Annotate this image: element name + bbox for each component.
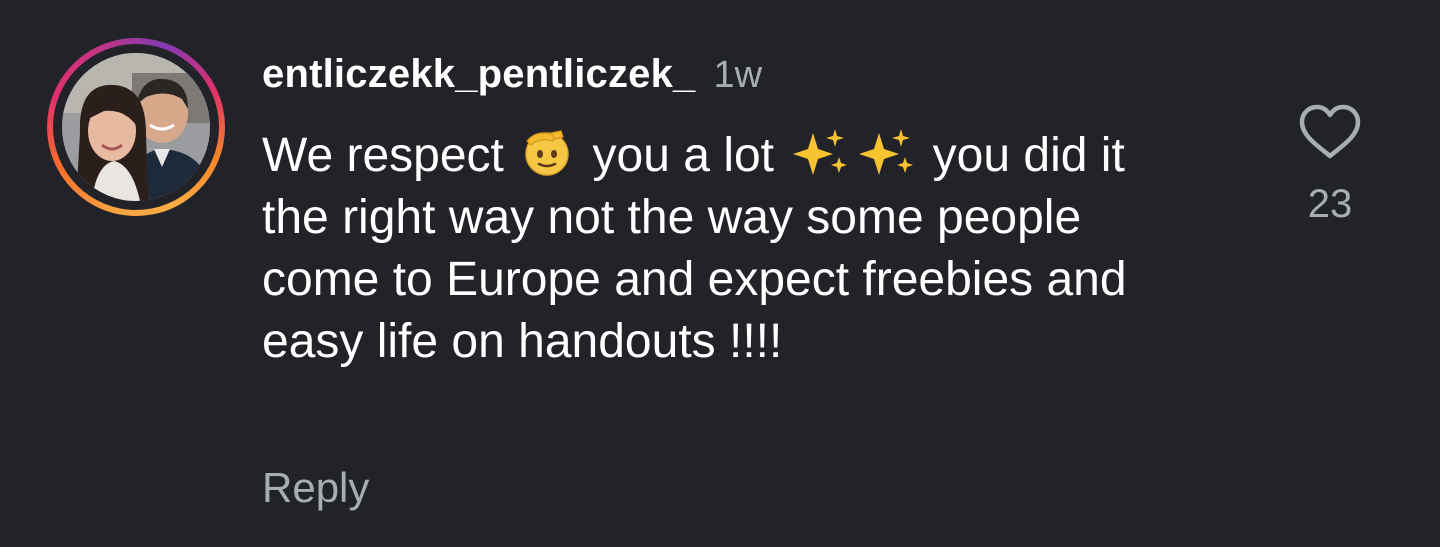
sparkles-icon	[793, 129, 848, 175]
like-count: 23	[1307, 182, 1353, 226]
avatar[interactable]	[62, 53, 210, 201]
comment-timestamp: 1w	[713, 54, 763, 96]
username-link[interactable]: entliczekk_pentliczek_	[262, 52, 696, 97]
like-button[interactable]: 23	[1293, 104, 1367, 227]
comment-text: We respect you a lot you did it the righ…	[262, 125, 1192, 373]
story-ring[interactable]	[47, 38, 225, 216]
heart-icon[interactable]	[1298, 104, 1362, 160]
reply-button[interactable]: Reply	[262, 464, 369, 512]
avatar-frame	[53, 44, 219, 210]
comment-text-part-1: We respect	[262, 129, 518, 182]
saluting-face-icon	[525, 130, 569, 176]
comment-text-part-2: you a lot	[579, 129, 788, 182]
sparkles-icon	[859, 129, 914, 175]
comment-item: entliczekk_pentliczek_ 1w We respect you…	[0, 0, 1440, 547]
avatar-photo	[62, 53, 210, 201]
comment-header: entliczekk_pentliczek_ 1w	[262, 52, 762, 97]
